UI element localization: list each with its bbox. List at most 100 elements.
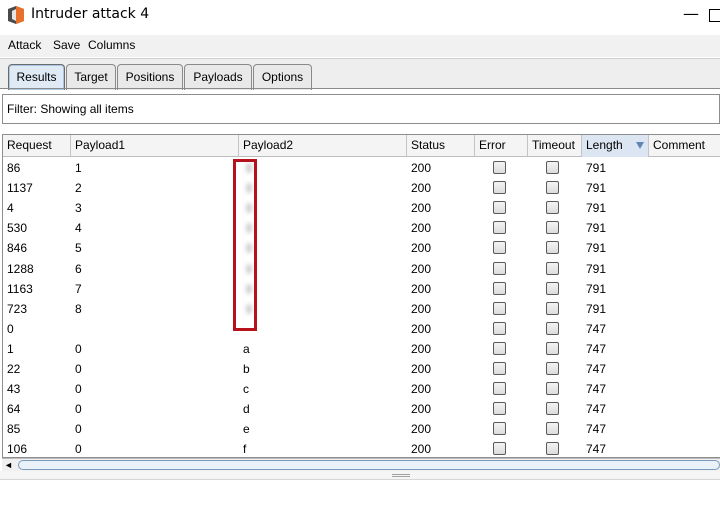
cell-length: 747 bbox=[586, 341, 607, 356]
minimize-button[interactable]: — bbox=[683, 4, 699, 24]
column-header-length[interactable]: Length bbox=[582, 135, 649, 157]
cell-payload1: 5 bbox=[75, 241, 82, 256]
cell-length: 747 bbox=[586, 382, 607, 397]
table-row[interactable]: 846 5 200 791 bbox=[3, 238, 720, 258]
table-row[interactable]: 85 0 e 200 747 bbox=[3, 419, 720, 439]
timeout-checkbox[interactable] bbox=[546, 442, 559, 456]
table-row[interactable]: 0 200 747 bbox=[3, 319, 720, 339]
error-checkbox[interactable] bbox=[493, 161, 506, 174]
error-checkbox[interactable] bbox=[493, 261, 506, 275]
cell-payload1: 8 bbox=[75, 301, 82, 316]
pane-splitter[interactable] bbox=[0, 471, 720, 480]
tab-strip: Results Target Positions Payloads Option… bbox=[0, 58, 720, 90]
column-header-payload1[interactable]: Payload1 bbox=[71, 135, 239, 157]
timeout-checkbox[interactable] bbox=[546, 301, 559, 315]
tab-results[interactable]: Results bbox=[8, 64, 65, 90]
cell-request: 0 bbox=[7, 321, 14, 336]
error-checkbox[interactable] bbox=[493, 382, 506, 396]
error-checkbox[interactable] bbox=[493, 241, 506, 255]
column-header-payload2[interactable]: Payload2 bbox=[239, 135, 407, 157]
cell-request: 1163 bbox=[7, 281, 33, 296]
cell-request: 86 bbox=[7, 161, 21, 175]
error-checkbox[interactable] bbox=[493, 201, 506, 215]
timeout-checkbox[interactable] bbox=[546, 181, 559, 195]
error-checkbox[interactable] bbox=[493, 422, 506, 436]
table-row[interactable]: 64 0 d 200 747 bbox=[3, 399, 720, 419]
timeout-checkbox[interactable] bbox=[546, 281, 559, 295]
table-row[interactable]: 106 0 f 200 747 bbox=[3, 439, 720, 457]
table-row[interactable]: 4 3 200 791 bbox=[3, 198, 720, 218]
column-header-request[interactable]: Request bbox=[3, 135, 71, 157]
cell-length: 747 bbox=[586, 442, 607, 457]
scroll-left-icon[interactable]: ◄ bbox=[4, 460, 13, 470]
cell-length: 747 bbox=[586, 321, 607, 336]
error-checkbox[interactable] bbox=[493, 321, 506, 335]
error-checkbox[interactable] bbox=[493, 402, 506, 416]
table-row[interactable]: 1 0 a 200 747 bbox=[3, 339, 720, 359]
cell-length: 791 bbox=[586, 301, 607, 316]
column-header-error[interactable]: Error bbox=[475, 135, 528, 157]
error-checkbox[interactable] bbox=[493, 301, 506, 315]
cell-request: 64 bbox=[7, 402, 21, 417]
error-checkbox[interactable] bbox=[493, 181, 506, 195]
column-header-timeout[interactable]: Timeout bbox=[528, 135, 582, 157]
cell-request: 1 bbox=[7, 341, 14, 356]
timeout-checkbox[interactable] bbox=[546, 382, 559, 396]
results-table: Request Payload1 Payload2 Status Error T… bbox=[2, 134, 720, 458]
table-row[interactable]: 723 8 200 791 bbox=[3, 299, 720, 319]
column-header-comment[interactable]: Comment bbox=[649, 135, 720, 157]
cell-comment bbox=[649, 399, 653, 419]
table-header: Request Payload1 Payload2 Status Error T… bbox=[3, 135, 720, 157]
cell-request: 530 bbox=[7, 221, 28, 236]
cell-comment bbox=[649, 218, 653, 238]
timeout-checkbox[interactable] bbox=[546, 422, 559, 436]
error-checkbox[interactable] bbox=[493, 442, 506, 456]
table-row[interactable]: 43 0 c 200 747 bbox=[3, 379, 720, 399]
timeout-checkbox[interactable] bbox=[546, 161, 559, 174]
cell-status: 200 bbox=[411, 402, 432, 417]
table-row[interactable]: 22 0 b 200 747 bbox=[3, 359, 720, 379]
timeout-checkbox[interactable] bbox=[546, 201, 559, 215]
menu-attack[interactable]: Attack bbox=[8, 38, 41, 52]
timeout-checkbox[interactable] bbox=[546, 402, 559, 416]
table-row[interactable]: 86 1 200 791 bbox=[3, 158, 720, 178]
timeout-checkbox[interactable] bbox=[546, 341, 559, 355]
timeout-checkbox[interactable] bbox=[546, 321, 559, 335]
error-checkbox[interactable] bbox=[493, 281, 506, 295]
cell-request: 106 bbox=[7, 442, 28, 457]
cell-comment bbox=[649, 178, 653, 198]
error-checkbox[interactable] bbox=[493, 221, 506, 235]
scrollbar-thumb[interactable] bbox=[18, 460, 720, 470]
column-header-status[interactable]: Status bbox=[407, 135, 475, 157]
cell-request: 85 bbox=[7, 422, 21, 437]
cell-length: 791 bbox=[586, 161, 607, 175]
tab-positions[interactable]: Positions bbox=[117, 64, 183, 90]
timeout-checkbox[interactable] bbox=[546, 261, 559, 275]
timeout-checkbox[interactable] bbox=[546, 362, 559, 375]
tab-payloads[interactable]: Payloads bbox=[184, 64, 252, 90]
maximize-button[interactable] bbox=[709, 9, 720, 22]
cell-comment bbox=[649, 299, 653, 319]
cell-status: 200 bbox=[411, 161, 432, 175]
filter-bar[interactable]: Filter: Showing all items bbox=[2, 94, 720, 124]
menu-save[interactable]: Save bbox=[53, 38, 80, 52]
tab-target[interactable]: Target bbox=[66, 64, 116, 90]
error-checkbox[interactable] bbox=[493, 362, 506, 375]
splitter-grip-icon[interactable] bbox=[392, 474, 410, 477]
cell-request: 1137 bbox=[7, 181, 33, 196]
timeout-checkbox[interactable] bbox=[546, 241, 559, 255]
cell-payload2: e bbox=[243, 422, 250, 437]
cell-status: 200 bbox=[411, 321, 432, 336]
horizontal-scrollbar[interactable]: ◄ bbox=[2, 458, 720, 471]
table-row[interactable]: 1163 7 200 791 bbox=[3, 279, 720, 299]
cell-length: 747 bbox=[586, 422, 607, 437]
table-row[interactable]: 1137 2 200 791 bbox=[3, 178, 720, 198]
menu-columns[interactable]: Columns bbox=[88, 38, 135, 52]
error-checkbox[interactable] bbox=[493, 341, 506, 355]
tab-options[interactable]: Options bbox=[253, 64, 312, 90]
table-row[interactable]: 530 4 200 791 bbox=[3, 218, 720, 238]
table-row[interactable]: 1288 6 200 791 bbox=[3, 259, 720, 279]
cell-payload1: 0 bbox=[75, 362, 82, 376]
timeout-checkbox[interactable] bbox=[546, 221, 559, 235]
cell-length: 791 bbox=[586, 261, 607, 276]
